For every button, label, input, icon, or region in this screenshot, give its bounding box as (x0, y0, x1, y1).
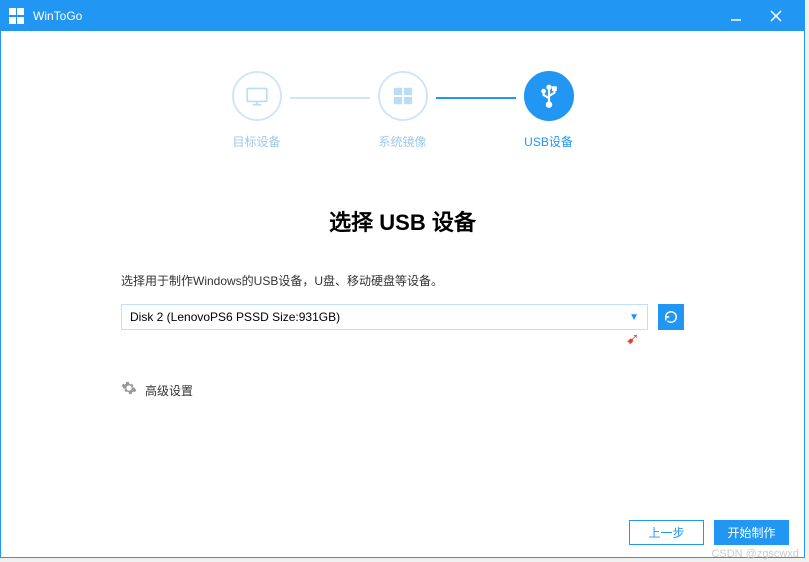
app-title: WinToGo (33, 9, 716, 23)
close-button[interactable] (756, 1, 796, 31)
selected-device: Disk 2 (LenovoPS6 PSSD Size:931GB) (130, 310, 340, 324)
step-usb-device: USB设备 (524, 71, 574, 150)
advanced-settings[interactable]: 高级设置 (121, 380, 684, 401)
windows-icon (378, 71, 428, 121)
step-label: 目标设备 (232, 133, 280, 150)
refresh-button[interactable] (658, 304, 684, 330)
start-button[interactable]: 开始制作 (714, 520, 789, 545)
device-dropdown[interactable]: Disk 2 (LenovoPS6 PSSD Size:931GB) ▼ ➸ (121, 304, 648, 330)
gear-icon (121, 380, 137, 401)
description: 选择用于制作Windows的USB设备，U盘、移动硬盘等设备。 (121, 272, 684, 289)
annotation-arrow: ➸ (620, 327, 644, 351)
watermark: CSDN @zgscwxd (711, 548, 799, 560)
step-label: 系统镜像 (378, 133, 426, 150)
titlebar: WinToGo (1, 1, 804, 31)
step-target-device: 目标设备 (232, 71, 282, 150)
step-connector (290, 97, 370, 99)
step-connector (436, 97, 516, 99)
refresh-icon (664, 310, 678, 324)
advanced-label: 高级设置 (145, 382, 193, 399)
page-title: 选择 USB 设备 (121, 205, 684, 237)
step-system-image: 系统镜像 (378, 71, 428, 150)
wizard-steps: 目标设备 系统镜像 USB设备 (1, 31, 804, 165)
app-icon (9, 8, 25, 24)
minimize-button[interactable] (716, 1, 756, 31)
chevron-down-icon: ▼ (629, 312, 639, 323)
usb-icon (524, 71, 574, 121)
monitor-icon (232, 71, 282, 121)
previous-button[interactable]: 上一步 (629, 520, 704, 545)
step-label: USB设备 (524, 133, 573, 150)
